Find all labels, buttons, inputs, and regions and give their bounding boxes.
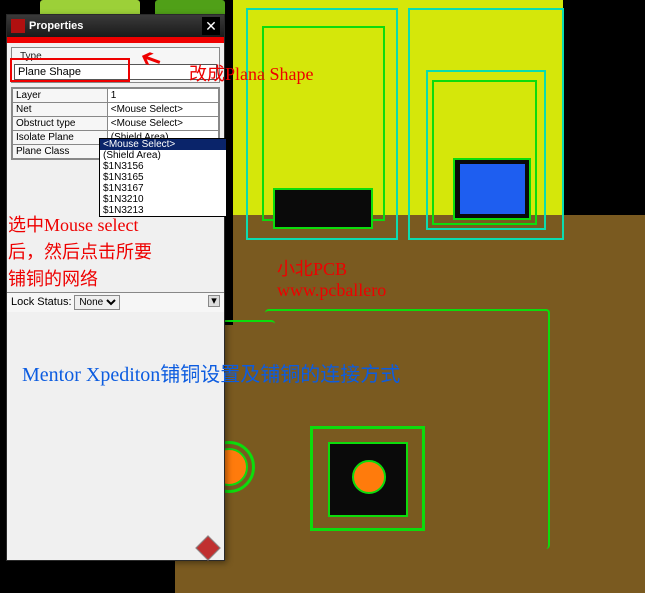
cell-label: Layer (13, 89, 108, 103)
via-1[interactable] (352, 460, 386, 494)
row-layer: Layer1 (13, 89, 219, 103)
row-net: Net<Mouse Select> (13, 103, 219, 117)
window-title: Properties (29, 20, 202, 32)
cell-value[interactable]: 1 (107, 89, 218, 103)
lock-status-row: Lock Status: None ▾ (7, 292, 224, 312)
pad-1[interactable] (273, 188, 373, 229)
anno-change-type: 改成Plana Shape (189, 60, 313, 86)
top-tab-1[interactable] (40, 0, 140, 14)
footer-app-icon[interactable] (195, 535, 220, 560)
cell-label: Net (13, 103, 108, 117)
row-obstruct: Obstruct type<Mouse Select> (13, 117, 219, 131)
cell-value[interactable]: <Mouse Select> (107, 117, 218, 131)
dropdown-item[interactable]: $1N3156 (100, 161, 226, 172)
dropdown-item[interactable]: $1N3167 (100, 183, 226, 194)
dropdown-item[interactable]: $1N3165 (100, 172, 226, 183)
anno-select-net-l3: 铺铜的网络 (8, 265, 98, 291)
lock-label: Lock Status: (11, 296, 72, 308)
close-button[interactable]: ✕ (202, 17, 220, 35)
pad-2-fill (460, 164, 525, 214)
net-dropdown-list[interactable]: <Mouse Select> (Shield Area) $1N3156 $1N… (99, 138, 227, 217)
titlebar[interactable]: Properties ✕ (7, 15, 224, 37)
watermark-1: 小北PCB (277, 255, 347, 281)
dropdown-item[interactable]: $1N3210 (100, 194, 226, 205)
lock-select[interactable]: None (74, 295, 120, 310)
cell-label: Obstruct type (13, 117, 108, 131)
collapse-button[interactable]: ▾ (208, 295, 220, 307)
anno-box-type (10, 58, 130, 82)
cell-value[interactable]: <Mouse Select> (107, 103, 218, 117)
anno-title: Mentor Xpediton铺铜设置及铺铜的连接方式 (22, 359, 612, 391)
app-icon (11, 19, 25, 33)
panel-tab-strip[interactable] (7, 37, 224, 43)
cell-label: Plane Class (13, 145, 108, 159)
anno-select-net-l2: 后，然后点击所要 (8, 238, 152, 264)
top-tab-2[interactable] (155, 0, 225, 14)
dropdown-item[interactable]: (Shield Area) (100, 150, 226, 161)
dropdown-item[interactable]: $1N3213 (100, 205, 226, 216)
watermark-2: www.pcballero (277, 280, 386, 301)
dropdown-item[interactable]: <Mouse Select> (100, 139, 226, 150)
cell-label: Isolate Plane (13, 131, 108, 145)
